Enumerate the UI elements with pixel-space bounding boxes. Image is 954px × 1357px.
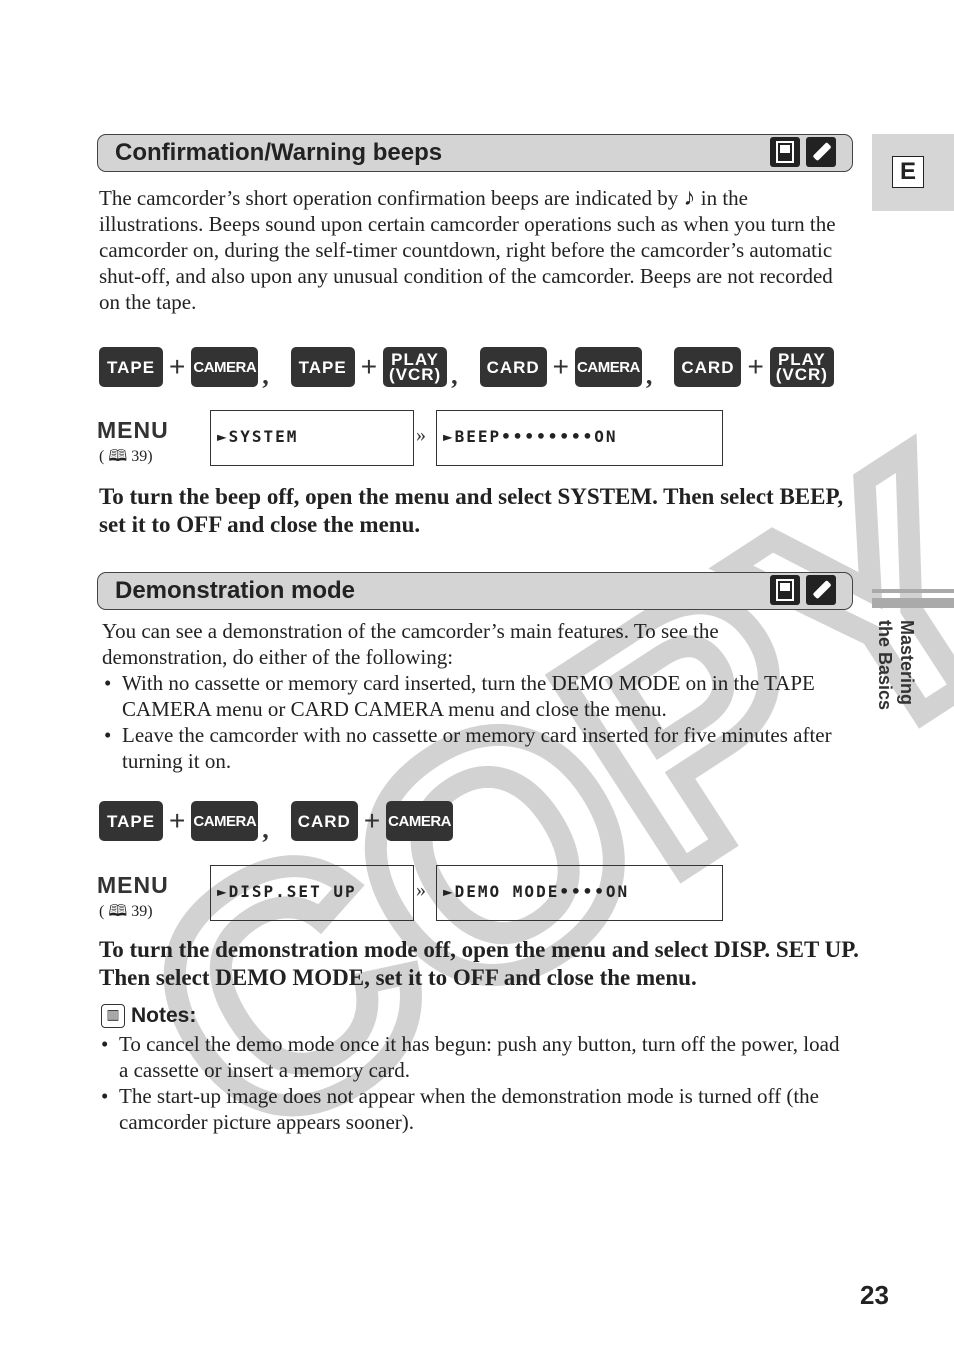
reference-page: 39 xyxy=(131,448,148,465)
list-item: Leave the camcorder with no cassette or … xyxy=(102,722,847,774)
camera-key: CAMERA xyxy=(191,347,259,387)
plus-sign: + xyxy=(552,351,570,382)
menu-step: ►BEEP••••••••ON xyxy=(436,410,723,466)
notes-list: To cancel the demo mode once it has begu… xyxy=(99,1031,844,1135)
language-letter: E xyxy=(892,156,924,188)
plus-sign: + xyxy=(169,351,186,382)
play-vcr-key: PLAY (VCR) xyxy=(769,347,834,387)
book-icon: 🕮 xyxy=(108,903,128,920)
camcorder-icon xyxy=(770,137,800,167)
list-item: With no cassette or memory card inserted… xyxy=(102,670,847,722)
menu-step: ►DISP.SET UP xyxy=(210,865,414,921)
menu-label: MENU xyxy=(97,417,169,443)
body-text: The camcorder’s short operation confirma… xyxy=(99,186,684,210)
section-divider xyxy=(872,589,954,593)
separator: , xyxy=(645,361,653,390)
plus-sign: + xyxy=(360,351,378,382)
section-title: Demonstration mode xyxy=(115,577,356,604)
list-item: The start-up image does not appear when … xyxy=(99,1083,844,1135)
section-title: Confirmation/Warning beeps xyxy=(115,139,443,166)
page-reference: ( 🕮 39) xyxy=(99,448,153,465)
page-number: 23 xyxy=(860,1280,889,1310)
beep-note-icon: ♪ xyxy=(683,185,696,211)
notes-heading: ▥ Notes: xyxy=(101,1004,196,1028)
camera-key: CAMERA xyxy=(575,347,642,387)
separator: , xyxy=(262,815,269,844)
play-vcr-key: PLAY (VCR) xyxy=(383,347,448,387)
page-reference: ( 🕮 39) xyxy=(99,903,153,920)
language-tab: E xyxy=(872,134,954,211)
plus-sign: + xyxy=(169,805,186,836)
section-divider xyxy=(872,598,954,608)
separator: , xyxy=(451,361,458,390)
remote-control-icon xyxy=(806,137,836,167)
remote-control-icon xyxy=(806,575,836,605)
camera-key: CAMERA xyxy=(386,801,454,841)
book-icon: 🕮 xyxy=(108,448,128,465)
section-header: Demonstration mode xyxy=(97,572,853,610)
section-label: Mastering the Basics xyxy=(875,620,917,711)
next-arrow-icon: » xyxy=(416,879,426,901)
tape-key: TAPE xyxy=(290,347,355,387)
next-arrow-icon: » xyxy=(416,424,426,446)
notes-icon: ▥ xyxy=(101,1004,125,1028)
menu-step: ►SYSTEM xyxy=(210,410,414,466)
section-header: Confirmation/Warning beeps xyxy=(97,134,853,172)
instruction: To turn the demonstration mode off, open… xyxy=(99,937,859,990)
body-text: You can see a demonstration of the camco… xyxy=(102,619,719,669)
tape-key: TAPE xyxy=(99,347,163,387)
instruction: To turn the beep off, open the menu and … xyxy=(99,484,844,537)
menu-label: MENU xyxy=(97,872,169,898)
camera-key: CAMERA xyxy=(191,801,259,841)
notes-title: Notes: xyxy=(131,1004,197,1027)
section-body: The camcorder’s short operation confirma… xyxy=(99,185,844,315)
menu-step: ►DEMO MODE••••ON xyxy=(436,865,723,921)
separator: , xyxy=(262,361,269,390)
plus-sign: + xyxy=(747,351,764,382)
mode-buttons: TAPE + CAMERA, TAPE + PLAY (VCR), CARD + CAMER… xyxy=(99,343,834,391)
plus-sign: + xyxy=(363,805,381,836)
card-key: CARD xyxy=(479,347,547,387)
camcorder-icon xyxy=(770,575,800,605)
section-body: You can see a demonstration of the camco… xyxy=(102,618,847,774)
mode-buttons: TAPE + CAMERA, CARD + CAMERA xyxy=(99,797,454,845)
card-key: CARD xyxy=(290,801,358,841)
card-key: CARD xyxy=(674,347,742,387)
list-item: To cancel the demo mode once it has begu… xyxy=(99,1031,844,1083)
tape-key: TAPE xyxy=(99,801,163,841)
reference-page: 39 xyxy=(131,903,148,920)
